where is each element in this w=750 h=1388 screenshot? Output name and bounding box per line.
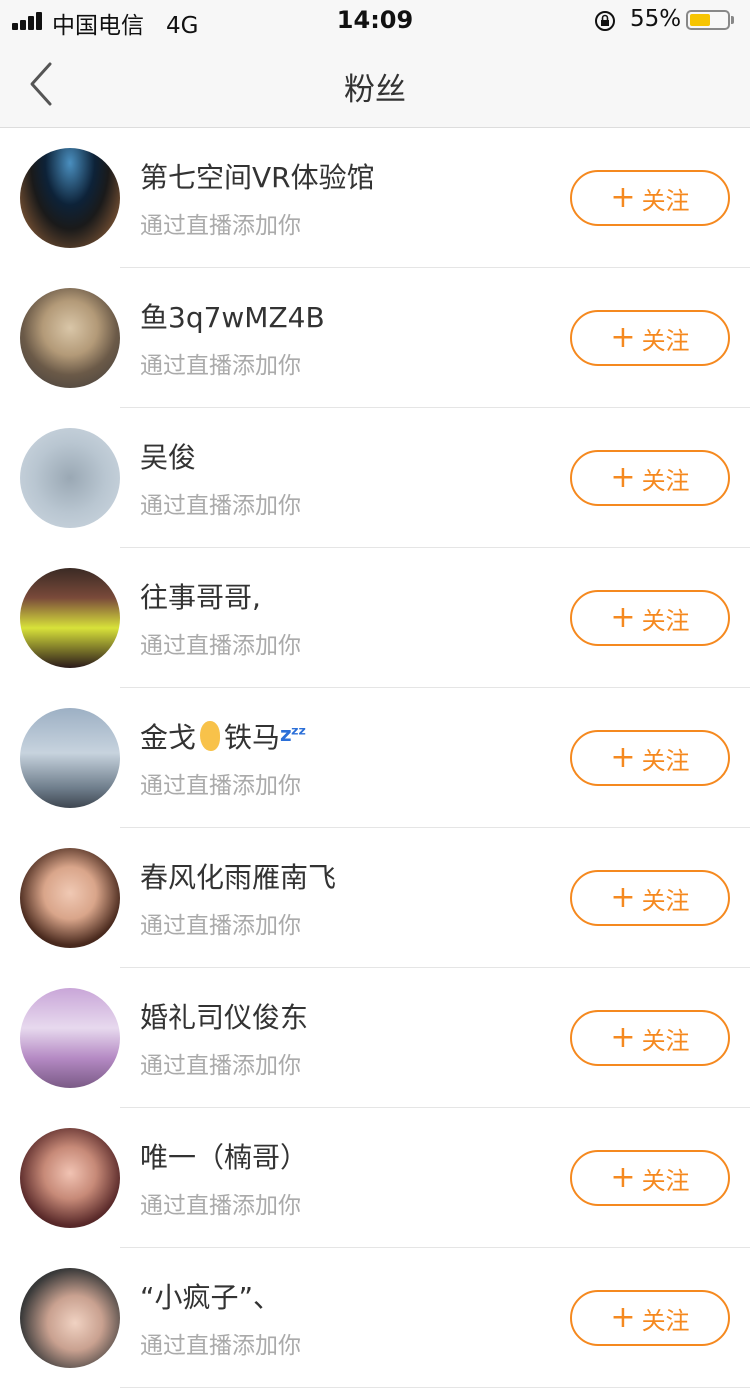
list-item[interactable]: 春风化雨雁南飞 通过直播添加你 + 关注 [0,828,750,968]
battery-tip [731,16,734,24]
plus-icon: + [610,600,636,635]
avatar [20,988,120,1088]
follow-label: 关注 [641,606,690,635]
follow-button[interactable]: + 关注 [570,870,730,926]
plus-icon: + [610,460,636,495]
battery-icon [686,10,730,30]
follow-button[interactable]: + 关注 [570,310,730,366]
plus-icon: + [610,880,636,915]
avatar [20,568,120,668]
follow-button[interactable]: + 关注 [570,1150,730,1206]
page-title: 粉丝 [344,72,406,108]
follow-label: 关注 [641,1166,690,1195]
follow-button[interactable]: + 关注 [570,590,730,646]
fan-name: 第七空间VR体验馆 [140,161,375,194]
fan-name: 婚礼司仪俊东 [140,1001,309,1034]
fan-source: 通过直播添加你 [140,213,301,239]
plus-icon: + [610,1020,636,1055]
follow-label: 关注 [641,1026,690,1055]
list-item[interactable]: 鱼3q7wMZ4B 通过直播添加你 + 关注 [0,268,750,408]
follow-label: 关注 [641,326,690,355]
list-item[interactable]: 金戈 铁马zᶻᶻ 通过直播添加你 + 关注 [0,688,750,828]
follow-button[interactable]: + 关注 [570,730,730,786]
fan-source: 通过直播添加你 [140,773,301,799]
orientation-lock-icon [595,11,615,31]
avatar [20,708,120,808]
list-item[interactable]: “小疯子”、 通过直播添加你 + 关注 [0,1248,750,1388]
zzz-icon: zᶻᶻ [280,722,306,746]
battery-percent: 55% [630,6,682,32]
plus-icon: + [610,320,636,355]
plus-icon: + [610,1300,636,1335]
fan-name: 吴俊 [140,441,197,474]
follow-label: 关注 [641,886,690,915]
list-item[interactable]: 吴俊 通过直播添加你 + 关注 [0,408,750,548]
follow-button[interactable]: + 关注 [570,1290,730,1346]
follow-label: 关注 [641,466,690,495]
fan-name: “小疯子”、 [140,1281,282,1314]
fan-source: 通过直播添加你 [140,913,301,939]
list-item[interactable]: 婚礼司仪俊东 通过直播添加你 + 关注 [0,968,750,1108]
fan-source: 通过直播添加你 [140,1193,301,1219]
follow-label: 关注 [641,746,690,775]
avatar [20,1268,120,1368]
ear-icon [200,721,221,751]
avatar [20,1128,120,1228]
plus-icon: + [610,180,636,215]
list-item[interactable]: 唯一（楠哥） 通过直播添加你 + 关注 [0,1108,750,1248]
avatar [20,848,120,948]
follow-button[interactable]: + 关注 [570,170,730,226]
fan-name: 鱼3q7wMZ4B [140,301,325,334]
plus-icon: + [610,1160,636,1195]
avatar [20,288,120,388]
follow-button[interactable]: + 关注 [570,1010,730,1066]
follow-label: 关注 [641,186,690,215]
fan-source: 通过直播添加你 [140,633,301,659]
fan-name: 金戈 铁马zᶻᶻ [140,721,306,754]
fan-source: 通过直播添加你 [140,1053,301,1079]
list-item[interactable]: 往事哥哥, 通过直播添加你 + 关注 [0,548,750,688]
status-bar: 中国电信 4G 14:09 55% [0,0,750,40]
plus-icon: + [610,740,636,775]
navigation-bar: 粉丝 [0,40,750,128]
fan-name: 往事哥哥, [140,581,261,614]
fan-name: 春风化雨雁南飞 [140,861,337,894]
fan-source: 通过直播添加你 [140,493,301,519]
fan-source: 通过直播添加你 [140,1333,301,1359]
follow-label: 关注 [641,1306,690,1335]
fan-name: 唯一（楠哥） [140,1141,309,1174]
avatar [20,148,120,248]
fan-source: 通过直播添加你 [140,353,301,379]
battery-level [690,14,710,26]
follow-button[interactable]: + 关注 [570,450,730,506]
list-item[interactable]: 第七空间VR体验馆 通过直播添加你 + 关注 [0,128,750,268]
avatar [20,428,120,528]
fans-list: 第七空间VR体验馆 通过直播添加你 + 关注 鱼3q7wMZ4B 通过直播添加你 … [0,128,750,1388]
